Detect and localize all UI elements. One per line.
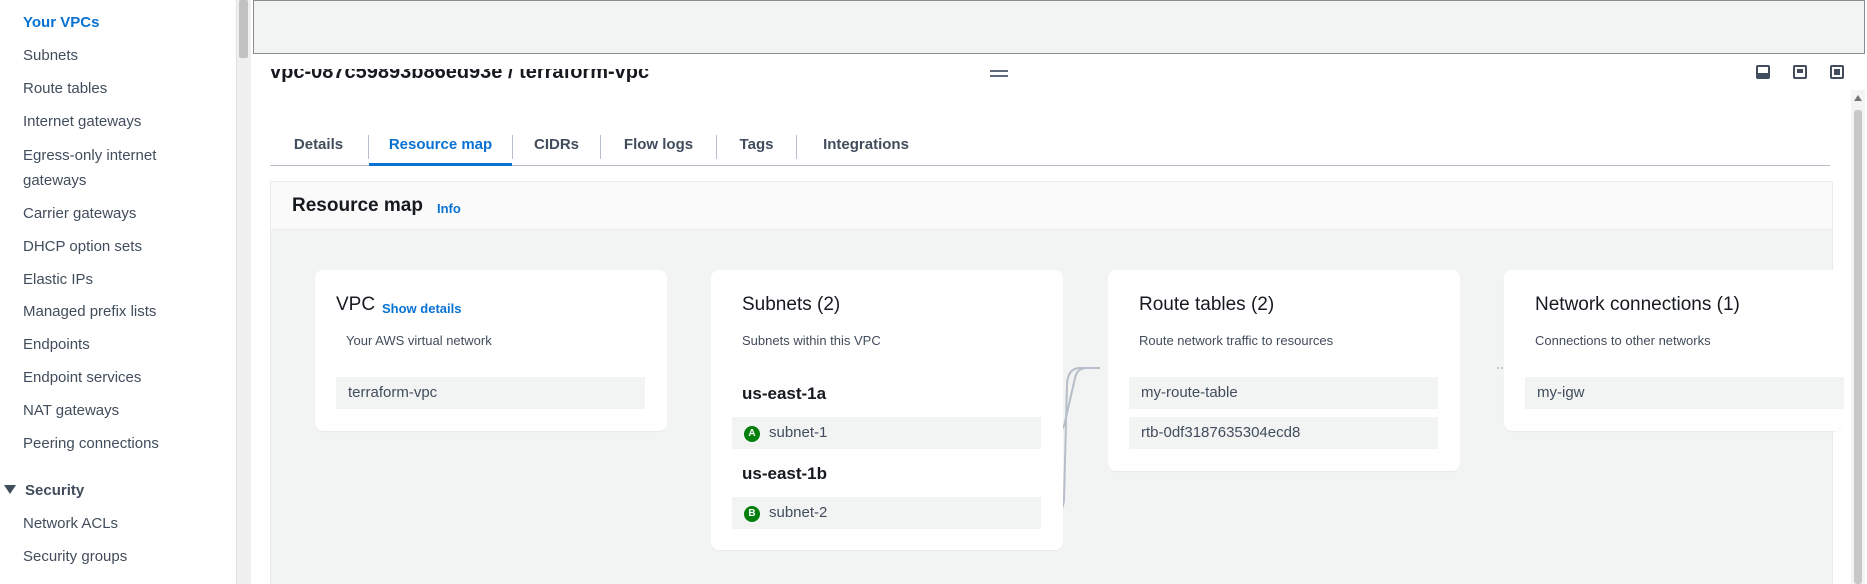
vpc-item[interactable]: terraform-vpc: [336, 377, 645, 409]
tab-bar: Details Resource map CIDRs Flow logs Tag…: [270, 125, 1830, 166]
subnet-name: subnet-1: [769, 424, 828, 441]
page-title: vpc-087c59893b86ed93e / terraform-vpc: [270, 69, 650, 83]
sidebar-item-your-vpcs[interactable]: Your VPCs: [23, 10, 99, 35]
sidebar-item-network-acls[interactable]: Network ACLs: [23, 511, 118, 536]
sidebar-item-internet-gateways[interactable]: Internet gateways: [23, 109, 141, 134]
info-link[interactable]: Info: [437, 201, 461, 216]
sidebar-item-security-groups[interactable]: Security groups: [23, 544, 127, 569]
sidebar: Your VPCs Subnets Route tables Internet …: [0, 0, 236, 584]
sidebar-item-endpoint-services[interactable]: Endpoint services: [23, 365, 141, 390]
subnets-card-title: Subnets (2): [742, 294, 841, 315]
drag-handle-icon[interactable]: [990, 70, 1008, 77]
sidebar-scrollbar-thumb[interactable]: [239, 0, 248, 58]
sidebar-item-elastic-ips[interactable]: Elastic IPs: [23, 267, 93, 292]
resource-map-title: Resource map: [292, 195, 423, 216]
sidebar-scrollbar[interactable]: [236, 0, 251, 584]
top-pane: [253, 0, 1865, 54]
subnet-name: subnet-2: [769, 504, 828, 521]
panel-full-icon[interactable]: [1830, 65, 1844, 79]
subnet-item[interactable]: Asubnet-1: [732, 417, 1041, 449]
sidebar-item-endpoints[interactable]: Endpoints: [23, 332, 90, 357]
sidebar-section-security[interactable]: Security: [4, 478, 84, 503]
resource-map-container: Resource map Info VPC Show details Your …: [270, 181, 1844, 584]
caret-down-icon: [4, 485, 16, 494]
panel-side-icon[interactable]: [1793, 65, 1807, 79]
vpc-card: VPC Show details Your AWS virtual networ…: [315, 270, 667, 431]
subnets-card: Subnets (2) Subnets within this VPC us-e…: [711, 270, 1063, 550]
split-panel: vpc-087c59893b86ed93e / terraform-vpc De…: [253, 55, 1867, 584]
show-details-link[interactable]: Show details: [382, 301, 461, 316]
resource-map-header: Resource map Info: [271, 182, 1832, 230]
subnet-item[interactable]: Bsubnet-2: [732, 497, 1041, 529]
route-tables-card-subtitle: Route network traffic to resources: [1139, 333, 1334, 348]
sidebar-item-managed-prefix-lists[interactable]: Managed prefix lists: [23, 299, 156, 324]
vpc-card-title: VPC: [336, 294, 376, 315]
az-badge-icon: A: [744, 426, 760, 442]
sidebar-item-subnets[interactable]: Subnets: [23, 43, 78, 68]
network-connection-item[interactable]: my-igw: [1525, 377, 1844, 409]
network-connections-card-title: Network connections (1): [1535, 294, 1740, 315]
scroll-up-arrow-icon[interactable]: [1854, 95, 1862, 101]
sidebar-section-label: Security: [25, 482, 85, 499]
content-scrollbar-thumb[interactable]: [1854, 110, 1862, 584]
sidebar-item-peering-connections[interactable]: Peering connections: [23, 431, 159, 456]
subnets-card-subtitle: Subnets within this VPC: [742, 333, 881, 348]
network-connections-card: Network connections (1) Connections to o…: [1504, 270, 1844, 431]
route-table-item[interactable]: my-route-table: [1129, 377, 1438, 409]
panel-bottom-icon[interactable]: [1756, 65, 1770, 79]
tab-integrations[interactable]: Integrations: [797, 125, 935, 165]
route-tables-card-title: Route tables (2): [1139, 294, 1275, 315]
sidebar-item-nat-gateways[interactable]: NAT gateways: [23, 398, 119, 423]
sidebar-item-carrier-gateways[interactable]: Carrier gateways: [23, 201, 136, 226]
tab-cidrs[interactable]: CIDRs: [513, 125, 600, 165]
vpc-card-subtitle: Your AWS virtual network: [346, 333, 492, 348]
content-scrollbar[interactable]: [1851, 90, 1865, 584]
az-label: us-east-1a: [742, 384, 827, 403]
az-label: us-east-1b: [742, 464, 828, 483]
tab-flow-logs[interactable]: Flow logs: [601, 125, 716, 165]
sidebar-item-egress-only-internet-gateways[interactable]: Egress-only internet: [23, 143, 156, 168]
route-tables-card: Route tables (2) Route network traffic t…: [1108, 270, 1460, 471]
sidebar-item-dhcp-option-sets[interactable]: DHCP option sets: [23, 234, 142, 259]
tab-resource-map[interactable]: Resource map: [369, 125, 512, 166]
sidebar-item-route-tables[interactable]: Route tables: [23, 76, 107, 101]
tab-details[interactable]: Details: [270, 125, 367, 165]
route-table-item[interactable]: rtb-0df3187635304ecd8: [1129, 417, 1438, 449]
az-badge-icon: B: [744, 506, 760, 522]
tab-tags[interactable]: Tags: [717, 125, 796, 165]
sidebar-item-egress-only-internet-gateways-line2[interactable]: gateways: [23, 168, 86, 193]
network-connections-card-subtitle: Connections to other networks: [1535, 333, 1711, 348]
